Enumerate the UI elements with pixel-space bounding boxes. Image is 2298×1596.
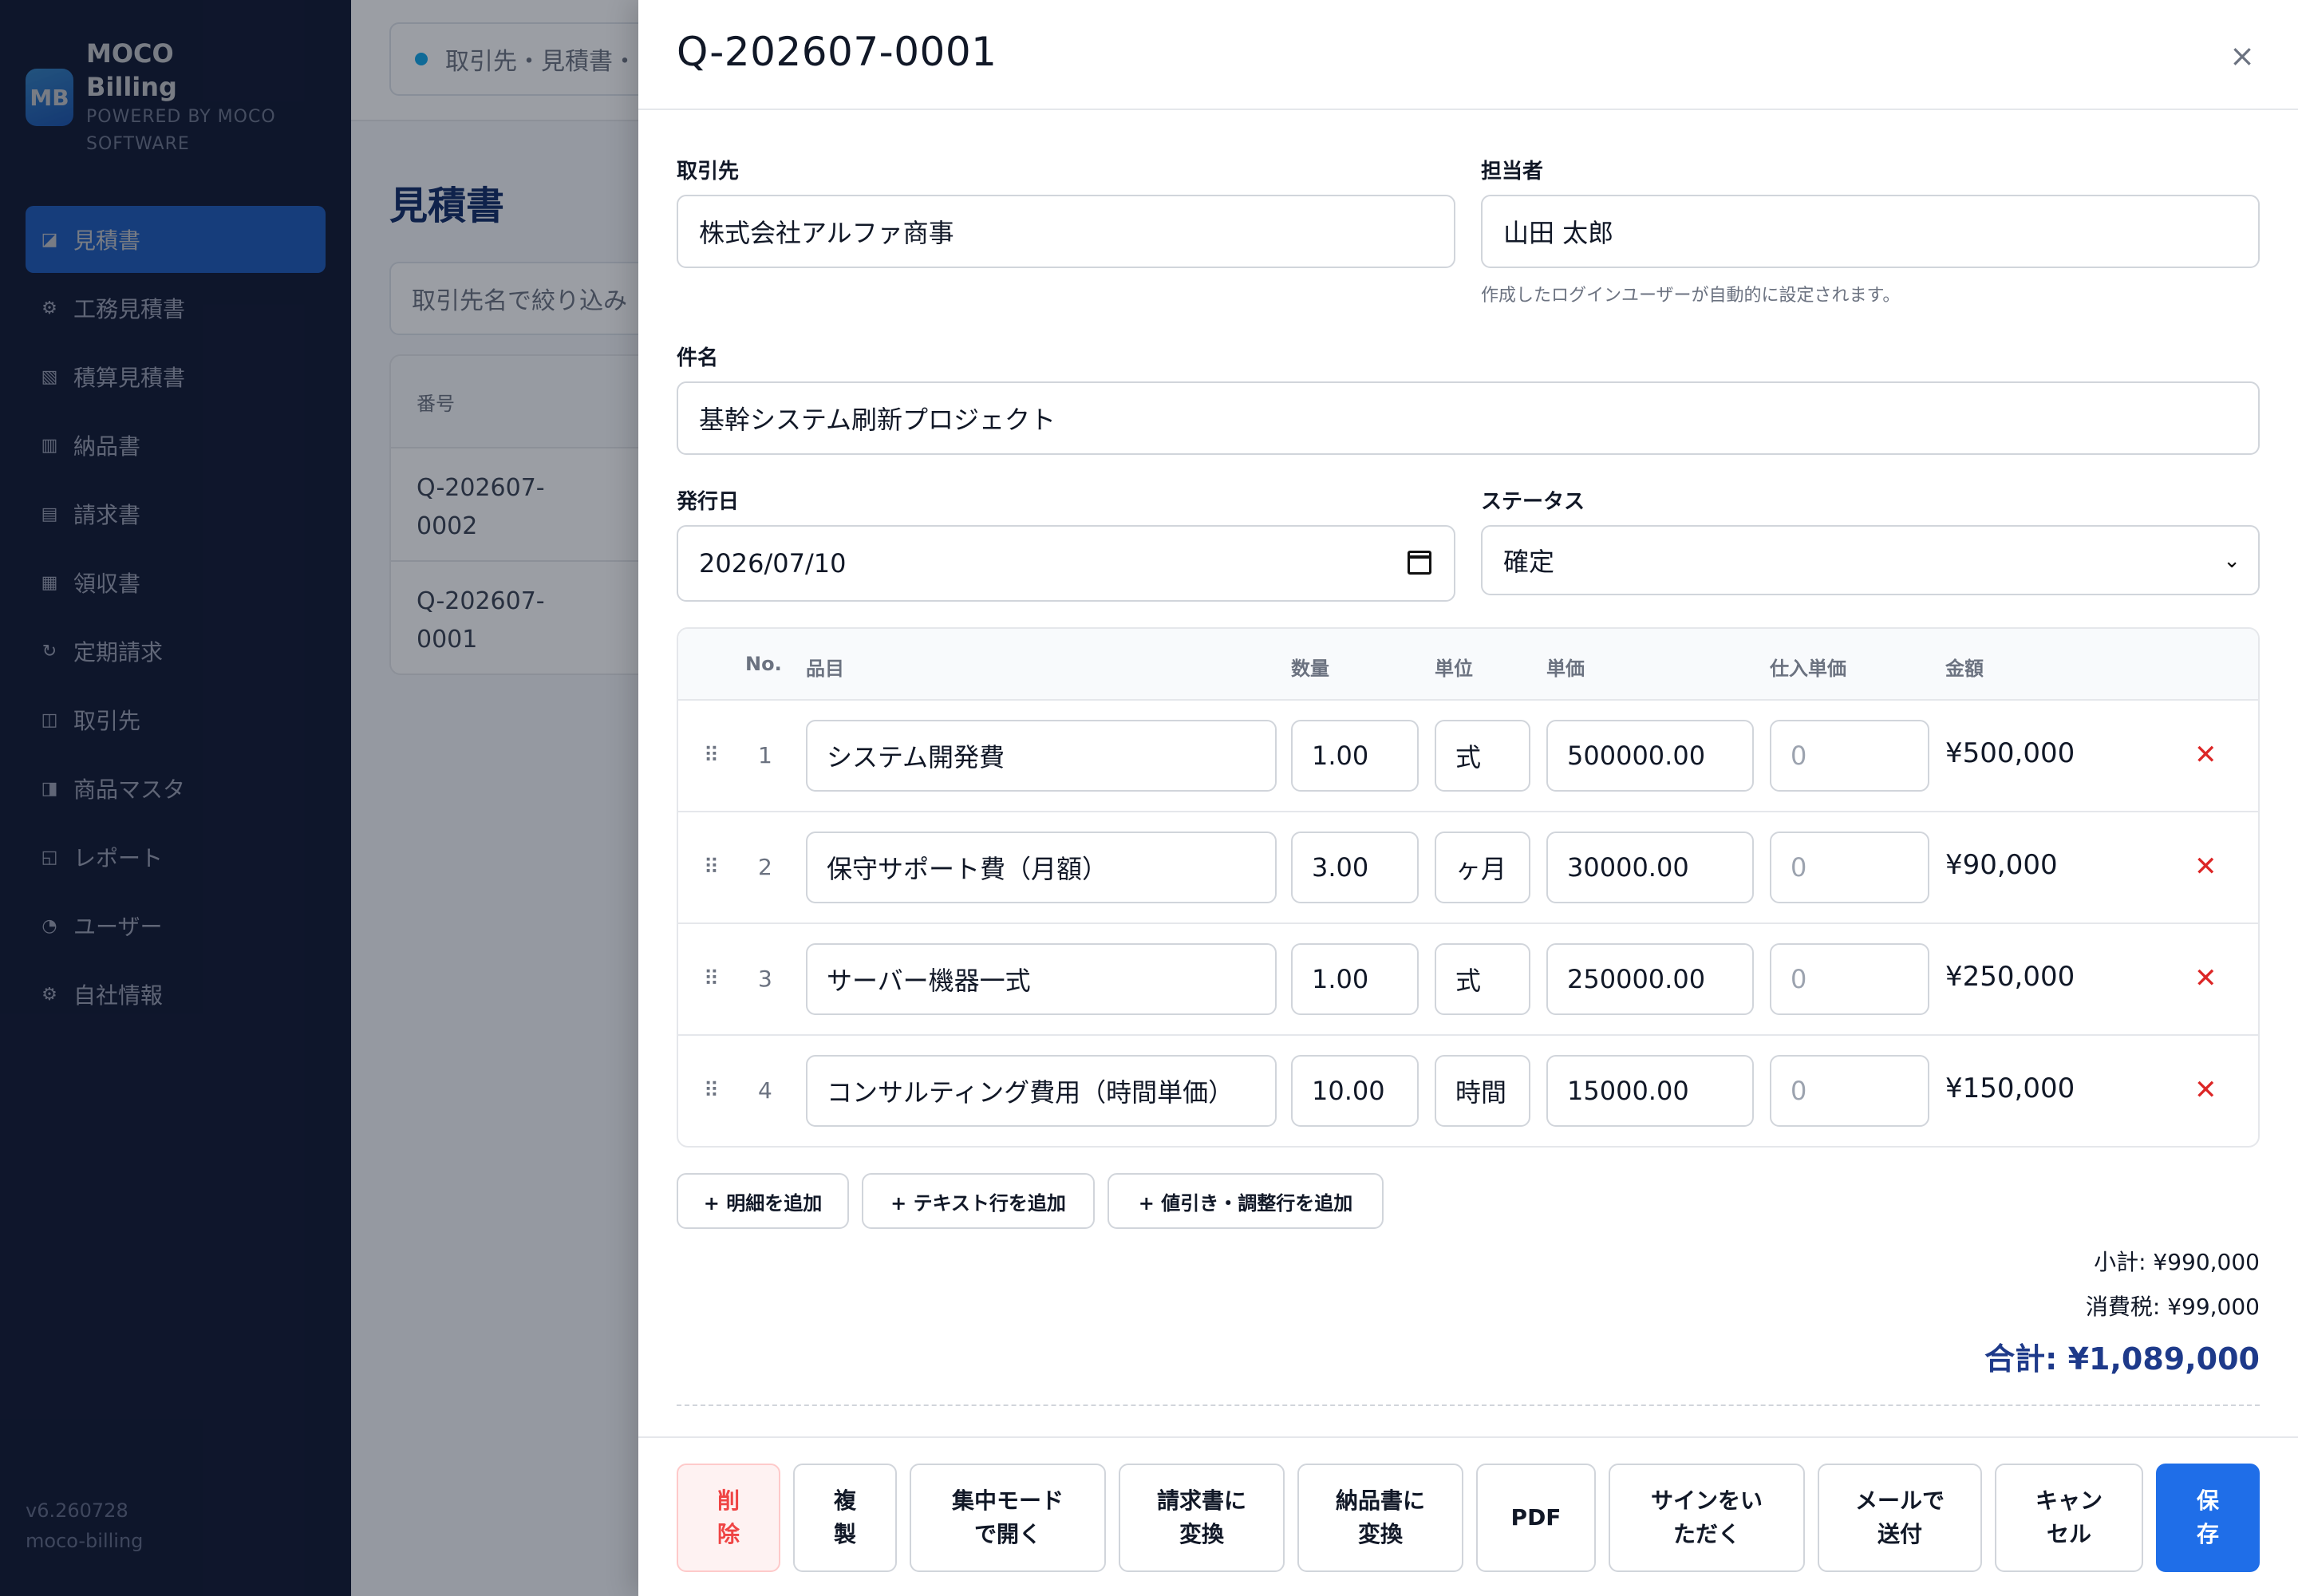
cost-price-input[interactable]: 0 <box>1770 720 1929 792</box>
convert-to-invoice-button[interactable]: 請求書に 変換 <box>1119 1464 1285 1572</box>
row-number: 2 <box>758 854 772 880</box>
quantity-input[interactable]: 3.00 <box>1291 832 1419 903</box>
delete-row-icon[interactable]: ✕ <box>2194 962 2217 994</box>
delete-row-icon[interactable]: ✕ <box>2194 1074 2217 1106</box>
table-row: ⠿ 3 サーバー機器一式 1.00 式 250000.00 0 ¥250,000 ✕ <box>678 924 2258 1036</box>
tax: 消費税: ¥99,000 <box>2085 1294 2260 1320</box>
delete-row-icon[interactable]: ✕ <box>2194 739 2217 771</box>
line-items-table: No. 品目 数量 単位 単価 仕入単価 金額 ⠿ 1 システム開発費 1.00 式 50… <box>677 627 2260 1148</box>
owner-hint: 作成したログインユーザーが自動的に設定されます。 <box>1481 286 1901 306</box>
col-amount: 金額 <box>1945 658 1984 680</box>
grand-total: 合計: ¥1,089,000 <box>1984 1341 2260 1377</box>
divider <box>677 1404 2260 1406</box>
line-amount: ¥150,000 <box>1945 1073 2075 1104</box>
table-row: ⠿ 4 コンサルティング費用（時間単価） 10.00 時間 15000.00 0 ¥150,0… <box>678 1036 2258 1146</box>
unit-price-input[interactable]: 15000.00 <box>1546 1055 1754 1127</box>
unit-input[interactable]: ヶ月 <box>1435 832 1530 903</box>
unit-price-input[interactable]: 30000.00 <box>1546 832 1754 903</box>
cost-price-input[interactable]: 0 <box>1770 832 1929 903</box>
date-value: 2026/07/10 <box>699 548 847 579</box>
quote-edit-drawer: Q-202607-0001 × 取引先 株式会社アルファ商事 担当者 山田 太郎… <box>638 0 2298 1596</box>
drag-handle-icon[interactable]: ⠿ <box>704 855 719 879</box>
drawer-title: Q-202607-0001 <box>677 29 997 75</box>
col-price: 単価 <box>1546 658 1585 680</box>
date-label: 発行日 <box>677 490 740 514</box>
drawer-header: Q-202607-0001 × <box>638 0 2298 110</box>
add-line-button[interactable]: + 明細を追加 <box>677 1173 849 1229</box>
row-number: 1 <box>758 742 772 768</box>
subtotal: 小計: ¥990,000 <box>2094 1249 2260 1275</box>
convert-to-delivery-button[interactable]: 納品書に 変換 <box>1297 1464 1463 1572</box>
row-number: 3 <box>758 966 772 992</box>
quantity-input[interactable]: 1.00 <box>1291 943 1419 1015</box>
drag-handle-icon[interactable]: ⠿ <box>704 744 719 768</box>
col-cost: 仕入単価 <box>1770 658 1846 680</box>
save-button[interactable]: 保 存 <box>2156 1464 2260 1572</box>
calendar-icon[interactable] <box>1408 551 1431 575</box>
duplicate-button[interactable]: 複 製 <box>793 1464 897 1572</box>
line-amount: ¥500,000 <box>1945 737 2075 769</box>
cost-price-input[interactable]: 0 <box>1770 1055 1929 1127</box>
item-name-input[interactable]: サーバー機器一式 <box>806 943 1277 1015</box>
date-field[interactable]: 2026/07/10 <box>677 525 1455 602</box>
table-row: ⠿ 2 保守サポート費（月額） 3.00 ヶ月 30000.00 0 ¥90,000 ✕ <box>678 812 2258 924</box>
drag-handle-icon[interactable]: ⠿ <box>704 1079 719 1103</box>
col-qty: 数量 <box>1291 658 1329 680</box>
owner-field[interactable]: 山田 太郎 <box>1481 195 2260 268</box>
unit-input[interactable]: 式 <box>1435 720 1530 792</box>
col-name: 品目 <box>806 658 844 680</box>
quantity-input[interactable]: 10.00 <box>1291 1055 1419 1127</box>
unit-input[interactable]: 式 <box>1435 943 1530 1015</box>
col-unit: 単位 <box>1435 658 1473 680</box>
row-number: 4 <box>758 1077 772 1104</box>
table-row: ⠿ 1 システム開発費 1.00 式 500000.00 0 ¥500,000 ✕ <box>678 701 2258 812</box>
status-label: ステータス <box>1481 490 1585 514</box>
drag-handle-icon[interactable]: ⠿ <box>704 967 719 991</box>
cost-price-input[interactable]: 0 <box>1770 943 1929 1015</box>
client-field[interactable]: 株式会社アルファ商事 <box>677 195 1455 268</box>
unit-price-input[interactable]: 500000.00 <box>1546 720 1754 792</box>
close-icon[interactable]: × <box>2226 40 2258 72</box>
focus-mode-button[interactable]: 集中モード で開く <box>910 1464 1106 1572</box>
line-amount: ¥90,000 <box>1945 849 2058 881</box>
col-no: No. <box>745 653 782 675</box>
request-signature-button[interactable]: サインをい ただく <box>1609 1464 1805 1572</box>
item-name-input[interactable]: コンサルティング費用（時間単価） <box>806 1055 1277 1127</box>
subject-field[interactable]: 基幹システム刷新プロジェクト <box>677 381 2260 455</box>
pdf-button[interactable]: PDF <box>1476 1464 1596 1572</box>
chevron-down-icon: ⌄ <box>2223 549 2241 573</box>
status-select[interactable]: 確定 ⌄ <box>1481 525 2260 595</box>
line-items-header: No. 品目 数量 単位 単価 仕入単価 金額 <box>678 629 2258 701</box>
quantity-input[interactable]: 1.00 <box>1291 720 1419 792</box>
delete-row-icon[interactable]: ✕ <box>2194 851 2217 883</box>
add-text-row-button[interactable]: + テキスト行を追加 <box>862 1173 1095 1229</box>
unit-input[interactable]: 時間 <box>1435 1055 1530 1127</box>
subject-label: 件名 <box>677 346 719 370</box>
cancel-button[interactable]: キャン セル <box>1995 1464 2143 1572</box>
add-discount-row-button[interactable]: + 値引き・調整行を追加 <box>1108 1173 1384 1229</box>
client-label: 取引先 <box>677 160 740 184</box>
item-name-input[interactable]: 保守サポート費（月額） <box>806 832 1277 903</box>
delete-button[interactable]: 削 除 <box>677 1464 780 1572</box>
unit-price-input[interactable]: 250000.00 <box>1546 943 1754 1015</box>
item-name-input[interactable]: システム開発費 <box>806 720 1277 792</box>
owner-label: 担当者 <box>1481 160 1544 184</box>
line-amount: ¥250,000 <box>1945 961 2075 993</box>
send-email-button[interactable]: メールで 送付 <box>1818 1464 1982 1572</box>
modal-backdrop[interactable] <box>0 0 638 1596</box>
drawer-footer: 削 除 複 製 集中モード で開く 請求書に 変換 納品書に 変換 PDF サイ… <box>638 1436 2298 1596</box>
status-value: 確定 <box>1503 547 1555 577</box>
